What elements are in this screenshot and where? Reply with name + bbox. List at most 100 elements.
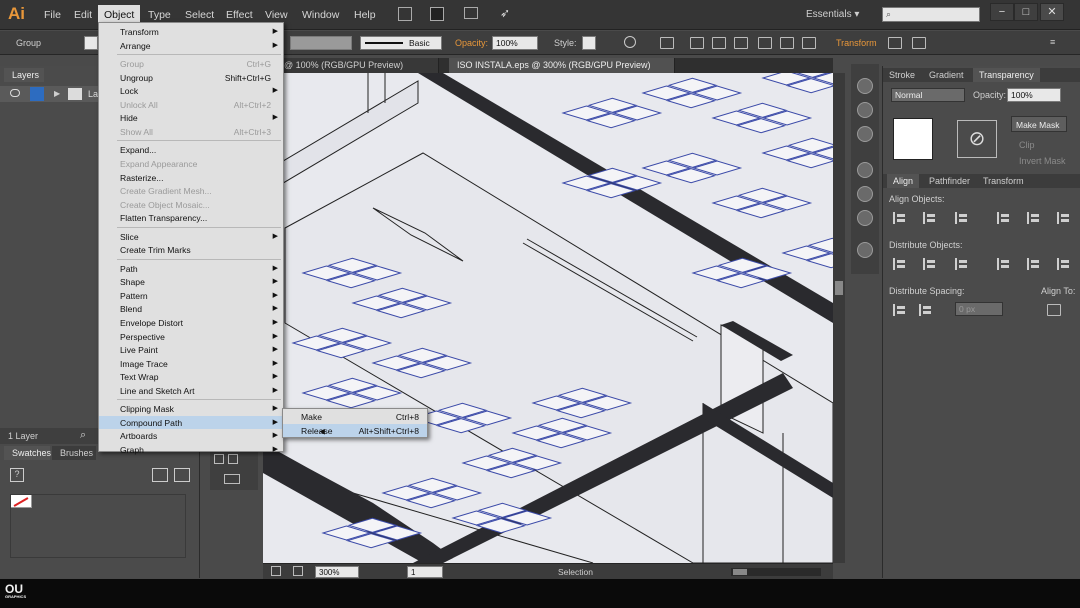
help-search-input[interactable]: ⌕ <box>882 7 980 22</box>
menu-item-shape[interactable]: Shape ▶ <box>99 275 283 289</box>
align-vcenter-icon[interactable] <box>780 37 794 49</box>
fill-swatch[interactable] <box>84 36 98 50</box>
bridge-icon[interactable] <box>398 7 412 21</box>
menu-item-envelope-distort[interactable]: Envelope Distort ▶ <box>99 316 283 330</box>
tab-document-2[interactable]: ISO INSTALA.eps @ 300% (RGB/GPU Preview)… <box>449 58 675 80</box>
links-icon[interactable] <box>857 210 873 226</box>
vertical-scrollbar[interactable] <box>833 73 845 563</box>
menu-item-make[interactable]: Make Ctrl+8 <box>283 410 427 423</box>
artboard-number[interactable]: 1 <box>407 566 443 578</box>
vertical-spacing-icon[interactable] <box>893 304 907 316</box>
align-bottom-icon[interactable] <box>802 37 816 49</box>
grid-view-icon[interactable] <box>174 468 190 482</box>
h-scroll-thumb[interactable] <box>733 569 747 575</box>
transform-options-icon[interactable] <box>912 37 926 49</box>
menu-view[interactable]: View <box>265 9 288 21</box>
symbols-icon[interactable] <box>857 126 873 142</box>
maximize-icon[interactable]: □ <box>1014 3 1038 21</box>
stroke-weight-field[interactable] <box>290 36 352 50</box>
align-top-icon[interactable] <box>758 37 772 49</box>
color-guide-icon[interactable] <box>857 162 873 178</box>
horizontal-align-left-icon[interactable] <box>893 212 907 224</box>
align-hcenter-icon[interactable] <box>712 37 726 49</box>
horizontal-spacing-icon[interactable] <box>919 304 933 316</box>
menu-item-transform[interactable]: Transform ▶ <box>99 25 283 39</box>
menu-item-create-trim-marks[interactable]: Create Trim Marks <box>99 243 283 257</box>
minimize-icon[interactable]: − <box>990 3 1014 21</box>
menu-file[interactable]: File <box>44 9 61 21</box>
list-view-icon[interactable] <box>152 468 168 482</box>
gpu-performance-icon[interactable]: ➶ <box>500 6 510 20</box>
menu-item-text-wrap[interactable]: Text Wrap ▶ <box>99 370 283 384</box>
menu-item-path[interactable]: Path ▶ <box>99 262 283 276</box>
tab-gradient[interactable]: Gradient <box>929 70 964 80</box>
menu-effect[interactable]: Effect <box>226 9 253 21</box>
layer-name[interactable]: La <box>88 89 98 99</box>
tab-align[interactable]: Align <box>887 174 920 188</box>
align-to-selection-icon[interactable] <box>1047 304 1061 316</box>
menu-item-graph[interactable]: Graph ▶ <box>99 443 283 457</box>
menu-item-clipping-mask[interactable]: Clipping Mask ▶ <box>99 402 283 416</box>
blend-mode-select[interactable]: Normal <box>891 88 965 102</box>
distribute-right-icon[interactable] <box>1057 258 1071 270</box>
tab-document-1[interactable]: al* @ 100% (RGB/GPU Preview) <box>263 58 439 73</box>
graphic-style-swatch[interactable] <box>582 36 596 50</box>
align-right-icon[interactable] <box>734 37 748 49</box>
artboard-icon[interactable] <box>271 566 281 576</box>
distribute-vcenter-icon[interactable] <box>923 258 937 270</box>
graphic-styles-icon[interactable] <box>857 102 873 118</box>
stock-icon[interactable] <box>430 7 444 21</box>
close-icon[interactable]: ✕ <box>1040 3 1064 21</box>
horizontal-align-right-icon[interactable] <box>955 212 969 224</box>
vertical-align-top-icon[interactable] <box>997 212 1011 224</box>
menu-item-ungroup[interactable]: Ungroup Shift+Ctrl+G <box>99 71 283 85</box>
horizontal-scrollbar[interactable] <box>731 568 821 576</box>
make-mask-button[interactable]: Make Mask <box>1011 116 1067 132</box>
recolor-icon[interactable] <box>624 36 636 48</box>
vertical-align-bottom-icon[interactable] <box>1057 212 1071 224</box>
menu-item-artboards[interactable]: Artboards ▶ <box>99 429 283 443</box>
menu-item-slice[interactable]: Slice ▶ <box>99 230 283 244</box>
isolate-group-icon[interactable] <box>888 37 902 49</box>
locate-object-icon[interactable]: ⌕ <box>80 429 86 442</box>
menu-select[interactable]: Select <box>185 9 214 21</box>
arrange-documents-icon[interactable] <box>464 7 478 19</box>
tab-stroke[interactable]: Stroke <box>889 70 915 80</box>
transparency-opacity-input[interactable]: 100% <box>1007 88 1061 102</box>
spacing-input[interactable]: 0 px <box>955 302 1003 316</box>
menu-item-expand[interactable]: Expand... <box>99 143 283 157</box>
horizontal-align-center-icon[interactable] <box>923 212 937 224</box>
menu-item-arrange[interactable]: Arrange ▶ <box>99 39 283 53</box>
zoom-select[interactable]: 300% <box>315 566 359 578</box>
lock-toggle[interactable] <box>30 87 44 101</box>
tab-transform[interactable]: Transform <box>983 176 1024 186</box>
appearance-icon[interactable] <box>857 78 873 94</box>
control-menu-icon[interactable]: ≡ <box>1050 37 1055 47</box>
menu-item-pattern[interactable]: Pattern ▶ <box>99 289 283 303</box>
menu-type[interactable]: Type <box>148 9 171 21</box>
tab-layers[interactable]: Layers <box>4 68 44 82</box>
distribute-top-icon[interactable] <box>893 258 907 270</box>
stroke-profile-select[interactable]: Basic <box>360 36 442 50</box>
menu-edit[interactable]: Edit <box>74 9 92 21</box>
tab-transparency[interactable]: Transparency <box>973 68 1040 82</box>
opacity-input[interactable]: 100% <box>492 36 538 50</box>
menu-item-image-trace[interactable]: Image Trace ▶ <box>99 357 283 371</box>
clip-checkbox[interactable]: Clip <box>1019 140 1035 150</box>
align-selection-icon[interactable] <box>660 37 674 49</box>
menu-item-lock[interactable]: Lock ▶ <box>99 84 283 98</box>
export-icon[interactable] <box>293 566 303 576</box>
tab-swatches[interactable]: Swatches <box>4 446 51 460</box>
vertical-align-center-icon[interactable] <box>1027 212 1041 224</box>
fill-stroke-indicator[interactable]: ? <box>10 468 24 482</box>
menu-item-flatten-transparency[interactable]: Flatten Transparency... <box>99 211 283 225</box>
expand-triangle-icon[interactable]: ▶ <box>54 89 60 98</box>
menu-item-perspective[interactable]: Perspective ▶ <box>99 330 283 344</box>
distribute-bottom-icon[interactable] <box>955 258 969 270</box>
menu-item-blend[interactable]: Blend ▶ <box>99 302 283 316</box>
menu-item-line-and-sketch-art[interactable]: Line and Sketch Art ▶ <box>99 384 283 398</box>
menu-item-compound-path[interactable]: Compound Path ▶ <box>99 415 283 430</box>
opacity-label[interactable]: Opacity: <box>455 38 488 48</box>
tab-pathfinder[interactable]: Pathfinder <box>929 176 970 186</box>
artboard-canvas[interactable] <box>263 73 833 563</box>
